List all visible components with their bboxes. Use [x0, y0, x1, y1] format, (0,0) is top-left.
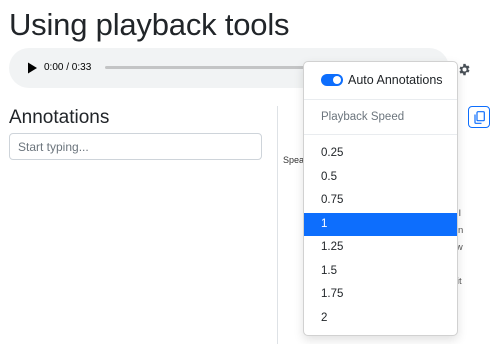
column-divider	[277, 106, 278, 344]
play-icon[interactable]	[25, 61, 39, 75]
speed-option-1-5[interactable]: 1.5	[304, 260, 457, 283]
annotations-heading: Annotations	[9, 107, 110, 128]
time-display: 0:00 / 0:33	[44, 62, 92, 73]
auto-annotations-toggle-row[interactable]: Auto Annotations	[304, 70, 457, 92]
toggle-knob	[333, 76, 341, 84]
progress-bar[interactable]	[105, 66, 325, 69]
auto-annotations-toggle[interactable]	[321, 74, 343, 86]
gear-icon[interactable]	[458, 63, 471, 76]
annotation-input[interactable]	[9, 133, 262, 160]
copy-button[interactable]	[468, 106, 490, 128]
speed-option-1[interactable]: 1	[304, 212, 457, 236]
speed-option-0-25[interactable]: 0.25	[304, 142, 457, 165]
auto-annotations-label: Auto Annotations	[348, 73, 443, 87]
speaker-label: Spea	[283, 155, 305, 165]
dropdown-divider	[304, 99, 457, 100]
page-title: Using playback tools	[9, 7, 290, 42]
settings-dropdown: Auto Annotations Playback Speed 0.25 0.5…	[303, 61, 458, 336]
speed-option-0-5[interactable]: 0.5	[304, 166, 457, 189]
speed-option-1-25[interactable]: 1.25	[304, 236, 457, 259]
speed-option-1-75[interactable]: 1.75	[304, 283, 457, 306]
playback-speed-header: Playback Speed	[321, 111, 405, 123]
speed-option-0-75[interactable]: 0.75	[304, 189, 457, 212]
dropdown-divider	[304, 134, 457, 135]
copy-icon	[474, 111, 485, 124]
speed-option-2[interactable]: 2	[304, 307, 457, 330]
